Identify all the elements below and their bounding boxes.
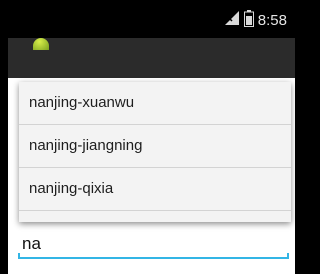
action-bar xyxy=(8,38,295,78)
autocomplete-dropdown: nanjing-xuanwu nanjing-jiangning nanjing… xyxy=(19,82,291,222)
autocomplete-input[interactable]: na xyxy=(18,229,289,259)
battery-icon xyxy=(243,9,254,31)
suggestion-item[interactable]: nanjing-jiangning xyxy=(19,125,291,168)
suggestion-item[interactable]: nanjing-qixia xyxy=(19,168,291,211)
input-underline-right-tick xyxy=(287,253,289,259)
app-icon xyxy=(33,38,49,50)
suggestion-item[interactable]: nanjing-xuanwu xyxy=(19,82,291,125)
status-time: 8:58 xyxy=(257,11,287,29)
input-underline xyxy=(18,257,289,259)
input-underline-left-tick xyxy=(18,253,20,259)
status-bar: 8:58 xyxy=(0,0,305,38)
status-icons: 8:58 xyxy=(224,9,287,31)
input-value[interactable]: na xyxy=(22,234,41,254)
signal-icon xyxy=(224,10,240,30)
app-window: nanjing-xuanwu nanjing-jiangning nanjing… xyxy=(0,38,305,274)
